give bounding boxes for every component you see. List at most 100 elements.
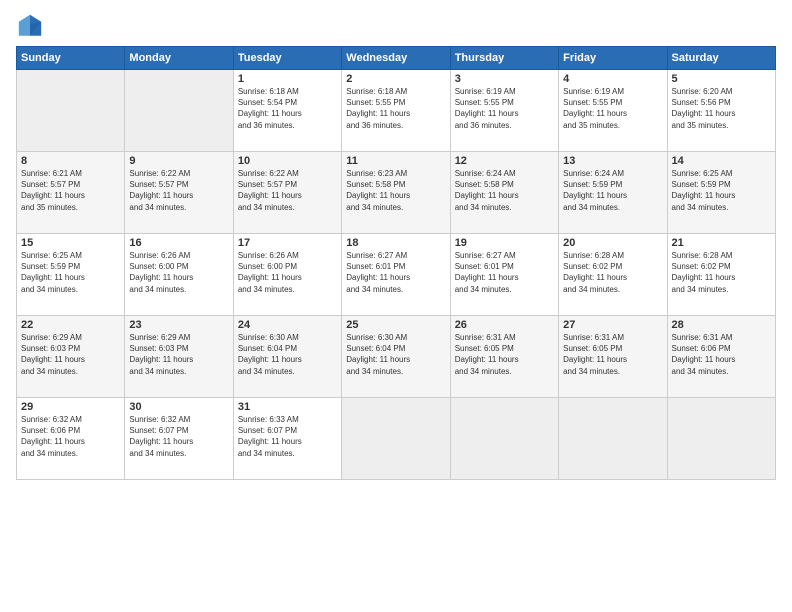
day-info: Sunrise: 6:24 AM Sunset: 5:59 PM Dayligh…: [563, 168, 662, 213]
day-info: Sunrise: 6:22 AM Sunset: 5:57 PM Dayligh…: [238, 168, 337, 213]
day-number: 16: [129, 237, 228, 249]
day-cell: 20Sunrise: 6:28 AM Sunset: 6:02 PM Dayli…: [559, 234, 667, 316]
day-cell: [667, 398, 775, 480]
day-number: 5: [672, 73, 771, 85]
day-info: Sunrise: 6:28 AM Sunset: 6:02 PM Dayligh…: [672, 250, 771, 295]
day-number: 31: [238, 401, 337, 413]
day-cell: [342, 398, 450, 480]
day-info: Sunrise: 6:22 AM Sunset: 5:57 PM Dayligh…: [129, 168, 228, 213]
day-cell: 24Sunrise: 6:30 AM Sunset: 6:04 PM Dayli…: [233, 316, 341, 398]
day-number: 28: [672, 319, 771, 331]
day-number: 3: [455, 73, 554, 85]
header-cell-friday: Friday: [559, 47, 667, 70]
day-cell: 21Sunrise: 6:28 AM Sunset: 6:02 PM Dayli…: [667, 234, 775, 316]
page: SundayMondayTuesdayWednesdayThursdayFrid…: [0, 0, 792, 612]
day-info: Sunrise: 6:31 AM Sunset: 6:05 PM Dayligh…: [563, 332, 662, 377]
week-row-5: 29Sunrise: 6:32 AM Sunset: 6:06 PM Dayli…: [17, 398, 776, 480]
day-cell: [125, 70, 233, 152]
day-info: Sunrise: 6:23 AM Sunset: 5:58 PM Dayligh…: [346, 168, 445, 213]
day-cell: 26Sunrise: 6:31 AM Sunset: 6:05 PM Dayli…: [450, 316, 558, 398]
day-number: 30: [129, 401, 228, 413]
header-cell-wednesday: Wednesday: [342, 47, 450, 70]
day-info: Sunrise: 6:29 AM Sunset: 6:03 PM Dayligh…: [129, 332, 228, 377]
day-info: Sunrise: 6:27 AM Sunset: 6:01 PM Dayligh…: [346, 250, 445, 295]
day-info: Sunrise: 6:31 AM Sunset: 6:06 PM Dayligh…: [672, 332, 771, 377]
header-cell-monday: Monday: [125, 47, 233, 70]
week-row-1: 1Sunrise: 6:18 AM Sunset: 5:54 PM Daylig…: [17, 70, 776, 152]
day-number: 20: [563, 237, 662, 249]
day-number: 18: [346, 237, 445, 249]
day-cell: 16Sunrise: 6:26 AM Sunset: 6:00 PM Dayli…: [125, 234, 233, 316]
day-info: Sunrise: 6:26 AM Sunset: 6:00 PM Dayligh…: [238, 250, 337, 295]
day-cell: 18Sunrise: 6:27 AM Sunset: 6:01 PM Dayli…: [342, 234, 450, 316]
day-cell: 4Sunrise: 6:19 AM Sunset: 5:55 PM Daylig…: [559, 70, 667, 152]
day-cell: 3Sunrise: 6:19 AM Sunset: 5:55 PM Daylig…: [450, 70, 558, 152]
day-cell: 22Sunrise: 6:29 AM Sunset: 6:03 PM Dayli…: [17, 316, 125, 398]
day-number: 13: [563, 155, 662, 167]
day-info: Sunrise: 6:30 AM Sunset: 6:04 PM Dayligh…: [346, 332, 445, 377]
day-info: Sunrise: 6:27 AM Sunset: 6:01 PM Dayligh…: [455, 250, 554, 295]
day-info: Sunrise: 6:18 AM Sunset: 5:55 PM Dayligh…: [346, 86, 445, 131]
day-info: Sunrise: 6:28 AM Sunset: 6:02 PM Dayligh…: [563, 250, 662, 295]
day-cell: 25Sunrise: 6:30 AM Sunset: 6:04 PM Dayli…: [342, 316, 450, 398]
day-cell: [559, 398, 667, 480]
day-number: 10: [238, 155, 337, 167]
calendar-table: SundayMondayTuesdayWednesdayThursdayFrid…: [16, 46, 776, 480]
day-info: Sunrise: 6:30 AM Sunset: 6:04 PM Dayligh…: [238, 332, 337, 377]
logo-icon: [16, 12, 44, 40]
day-info: Sunrise: 6:29 AM Sunset: 6:03 PM Dayligh…: [21, 332, 120, 377]
day-cell: 15Sunrise: 6:25 AM Sunset: 5:59 PM Dayli…: [17, 234, 125, 316]
header: [16, 12, 776, 40]
day-cell: 11Sunrise: 6:23 AM Sunset: 5:58 PM Dayli…: [342, 152, 450, 234]
day-number: 4: [563, 73, 662, 85]
day-info: Sunrise: 6:24 AM Sunset: 5:58 PM Dayligh…: [455, 168, 554, 213]
day-info: Sunrise: 6:32 AM Sunset: 6:06 PM Dayligh…: [21, 414, 120, 459]
day-number: 14: [672, 155, 771, 167]
day-number: 12: [455, 155, 554, 167]
day-number: 26: [455, 319, 554, 331]
day-number: 24: [238, 319, 337, 331]
day-info: Sunrise: 6:26 AM Sunset: 6:00 PM Dayligh…: [129, 250, 228, 295]
day-info: Sunrise: 6:25 AM Sunset: 5:59 PM Dayligh…: [672, 168, 771, 213]
day-number: 25: [346, 319, 445, 331]
week-row-3: 15Sunrise: 6:25 AM Sunset: 5:59 PM Dayli…: [17, 234, 776, 316]
day-number: 15: [21, 237, 120, 249]
day-cell: 31Sunrise: 6:33 AM Sunset: 6:07 PM Dayli…: [233, 398, 341, 480]
day-number: 23: [129, 319, 228, 331]
header-cell-thursday: Thursday: [450, 47, 558, 70]
week-row-4: 22Sunrise: 6:29 AM Sunset: 6:03 PM Dayli…: [17, 316, 776, 398]
day-info: Sunrise: 6:25 AM Sunset: 5:59 PM Dayligh…: [21, 250, 120, 295]
header-cell-tuesday: Tuesday: [233, 47, 341, 70]
day-number: 17: [238, 237, 337, 249]
day-cell: 10Sunrise: 6:22 AM Sunset: 5:57 PM Dayli…: [233, 152, 341, 234]
day-cell: [450, 398, 558, 480]
day-number: 22: [21, 319, 120, 331]
day-info: Sunrise: 6:20 AM Sunset: 5:56 PM Dayligh…: [672, 86, 771, 131]
day-number: 29: [21, 401, 120, 413]
day-info: Sunrise: 6:18 AM Sunset: 5:54 PM Dayligh…: [238, 86, 337, 131]
day-info: Sunrise: 6:21 AM Sunset: 5:57 PM Dayligh…: [21, 168, 120, 213]
day-info: Sunrise: 6:31 AM Sunset: 6:05 PM Dayligh…: [455, 332, 554, 377]
day-number: 27: [563, 319, 662, 331]
header-cell-sunday: Sunday: [17, 47, 125, 70]
header-cell-saturday: Saturday: [667, 47, 775, 70]
logo: [16, 12, 48, 40]
day-cell: 13Sunrise: 6:24 AM Sunset: 5:59 PM Dayli…: [559, 152, 667, 234]
header-row: SundayMondayTuesdayWednesdayThursdayFrid…: [17, 47, 776, 70]
day-number: 11: [346, 155, 445, 167]
day-cell: 1Sunrise: 6:18 AM Sunset: 5:54 PM Daylig…: [233, 70, 341, 152]
day-number: 2: [346, 73, 445, 85]
day-cell: 29Sunrise: 6:32 AM Sunset: 6:06 PM Dayli…: [17, 398, 125, 480]
day-cell: 30Sunrise: 6:32 AM Sunset: 6:07 PM Dayli…: [125, 398, 233, 480]
day-cell: [17, 70, 125, 152]
day-info: Sunrise: 6:19 AM Sunset: 5:55 PM Dayligh…: [455, 86, 554, 131]
day-cell: 14Sunrise: 6:25 AM Sunset: 5:59 PM Dayli…: [667, 152, 775, 234]
day-cell: 12Sunrise: 6:24 AM Sunset: 5:58 PM Dayli…: [450, 152, 558, 234]
day-number: 21: [672, 237, 771, 249]
day-info: Sunrise: 6:19 AM Sunset: 5:55 PM Dayligh…: [563, 86, 662, 131]
day-number: 9: [129, 155, 228, 167]
day-cell: 23Sunrise: 6:29 AM Sunset: 6:03 PM Dayli…: [125, 316, 233, 398]
day-cell: 27Sunrise: 6:31 AM Sunset: 6:05 PM Dayli…: [559, 316, 667, 398]
week-row-2: 8Sunrise: 6:21 AM Sunset: 5:57 PM Daylig…: [17, 152, 776, 234]
day-number: 8: [21, 155, 120, 167]
